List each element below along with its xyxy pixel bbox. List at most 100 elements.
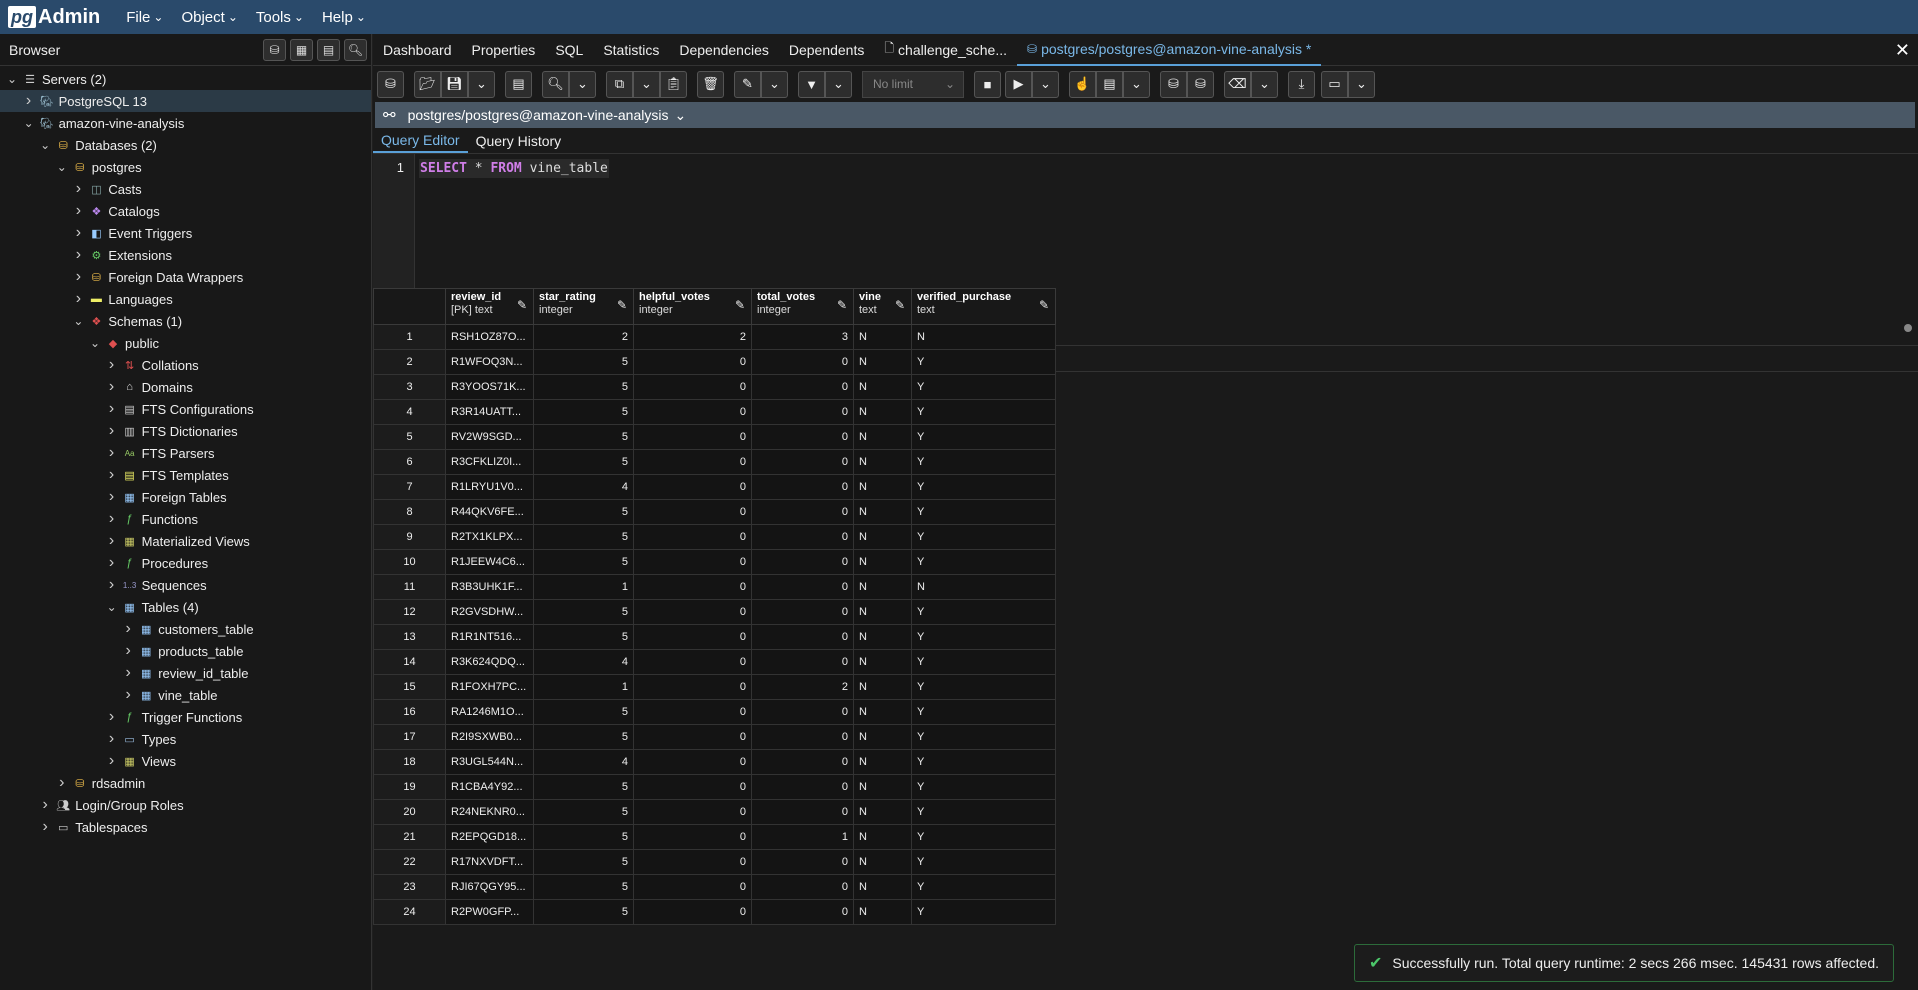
- table-cell[interactable]: 0: [751, 749, 854, 775]
- table-cell[interactable]: 0: [751, 399, 854, 425]
- table-cell[interactable]: 0: [751, 424, 854, 450]
- table-cell[interactable]: RSH1OZ87O...: [445, 324, 534, 350]
- query-tool-icon[interactable]: ⛁: [263, 39, 286, 61]
- connection-bar[interactable]: ⚯ postgres/postgres@amazon-vine-analysis…: [375, 102, 1915, 128]
- table-cell[interactable]: Y: [911, 874, 1056, 900]
- table-cell[interactable]: Y: [911, 374, 1056, 400]
- table-cell[interactable]: 0: [751, 599, 854, 625]
- table-row[interactable]: 3 R3YOOS71K... 5 0 0 N Y: [373, 374, 1056, 400]
- table-cell[interactable]: N: [853, 349, 912, 375]
- edit-pencil-icon[interactable]: ✎: [517, 298, 527, 312]
- tree-node[interactable]: › ƒ Functions: [0, 508, 371, 530]
- tree-node[interactable]: › ▦ customers_table: [0, 618, 371, 640]
- table-row[interactable]: 20 R24NEKNR0... 5 0 0 N Y: [373, 799, 1056, 825]
- table-cell[interactable]: 5: [533, 424, 634, 450]
- table-cell[interactable]: 0: [751, 724, 854, 750]
- table-cell[interactable]: 0: [633, 549, 752, 575]
- editor-tab-0[interactable]: Query Editor: [373, 128, 468, 153]
- column-header[interactable]: vine text ✎: [853, 288, 912, 325]
- table-cell[interactable]: Y: [911, 799, 1056, 825]
- table-cell[interactable]: Y: [911, 549, 1056, 575]
- table-row[interactable]: 22 R17NXVDFT... 5 0 0 N Y: [373, 849, 1056, 875]
- table-row[interactable]: 10 R1JEEW4C6... 5 0 0 N Y: [373, 549, 1056, 575]
- table-cell[interactable]: N: [853, 499, 912, 525]
- table-cell[interactable]: 0: [751, 574, 854, 600]
- table-cell[interactable]: 0: [633, 824, 752, 850]
- table-cell[interactable]: 4: [533, 649, 634, 675]
- table-cell[interactable]: RA1246M1O...: [445, 699, 534, 725]
- table-cell[interactable]: R3UGL544N...: [445, 749, 534, 775]
- database-icon[interactable]: ⛁: [377, 70, 404, 98]
- table-row[interactable]: 8 R44QKV6FE... 5 0 0 N Y: [373, 499, 1056, 525]
- chevron-right-icon[interactable]: ›: [105, 752, 119, 770]
- table-cell[interactable]: R17NXVDFT...: [445, 849, 534, 875]
- table-row[interactable]: 4 R3R14UATT... 5 0 0 N Y: [373, 399, 1056, 425]
- table-cell[interactable]: 0: [751, 374, 854, 400]
- table-cell[interactable]: 2: [633, 324, 752, 350]
- paste-icon[interactable]: 📋︎: [660, 70, 687, 98]
- table-cell[interactable]: Y: [911, 824, 1056, 850]
- table-cell[interactable]: Y: [911, 624, 1056, 650]
- table-cell[interactable]: R2I9SXWB0...: [445, 724, 534, 750]
- chevron-right-icon[interactable]: ›: [105, 378, 119, 396]
- table-cell[interactable]: R1WFOQ3N...: [445, 349, 534, 375]
- chevron-right-icon[interactable]: ›: [105, 422, 119, 440]
- tab-4[interactable]: Dependencies: [669, 34, 779, 66]
- edit-icon[interactable]: ✎: [734, 70, 761, 98]
- menu-help[interactable]: Help ⌄: [322, 9, 366, 26]
- tree-node[interactable]: ⌄ ⛁ Databases (2): [0, 134, 371, 156]
- tab-2[interactable]: SQL: [545, 34, 593, 66]
- table-row[interactable]: 18 R3UGL544N... 4 0 0 N Y: [373, 749, 1056, 775]
- chevron-right-icon[interactable]: ›: [105, 554, 119, 572]
- explain-icon[interactable]: ☝: [1069, 70, 1096, 98]
- table-cell[interactable]: 0: [751, 449, 854, 475]
- chevron-right-icon[interactable]: ›: [38, 796, 52, 814]
- table-cell[interactable]: N: [853, 524, 912, 550]
- table-cell[interactable]: 5: [533, 724, 634, 750]
- table-cell[interactable]: 0: [751, 349, 854, 375]
- table-cell[interactable]: R3B3UHK1F...: [445, 574, 534, 600]
- edit-pencil-icon[interactable]: ✎: [617, 298, 627, 312]
- chevron-right-icon[interactable]: ›: [71, 224, 85, 242]
- table-cell[interactable]: N: [853, 699, 912, 725]
- tree-node[interactable]: › ƒ Trigger Functions: [0, 706, 371, 728]
- table-cell[interactable]: 1: [751, 824, 854, 850]
- table-cell[interactable]: N: [853, 599, 912, 625]
- table-cell[interactable]: 5: [533, 699, 634, 725]
- table-cell[interactable]: Y: [911, 774, 1056, 800]
- table-cell[interactable]: RJI67QGY95...: [445, 874, 534, 900]
- edit-pencil-icon[interactable]: ✎: [735, 298, 745, 312]
- table-cell[interactable]: 0: [751, 549, 854, 575]
- table-cell[interactable]: 0: [633, 424, 752, 450]
- table-cell[interactable]: 0: [633, 624, 752, 650]
- table-cell[interactable]: Y: [911, 499, 1056, 525]
- table-cell[interactable]: N: [853, 624, 912, 650]
- table-cell[interactable]: 0: [751, 849, 854, 875]
- table-cell[interactable]: R1FOXH7PC...: [445, 674, 534, 700]
- download-icon[interactable]: ⤓: [1288, 70, 1315, 98]
- tree-node[interactable]: › ▦ vine_table: [0, 684, 371, 706]
- table-cell[interactable]: 5: [533, 449, 634, 475]
- execute-dropdown-icon[interactable]: ⌄: [1032, 70, 1059, 98]
- tree-node[interactable]: ⌄ ☰ Servers (2): [0, 68, 371, 90]
- table-cell[interactable]: N: [853, 749, 912, 775]
- table-cell[interactable]: 0: [633, 599, 752, 625]
- table-cell[interactable]: 0: [751, 649, 854, 675]
- table-cell[interactable]: 5: [533, 399, 634, 425]
- table-cell[interactable]: R2GVSDHW...: [445, 599, 534, 625]
- table-cell[interactable]: N: [911, 324, 1056, 350]
- chevron-down-icon[interactable]: ⌄: [5, 72, 19, 86]
- edit-pencil-icon[interactable]: ✎: [1039, 298, 1049, 312]
- tab-5[interactable]: Dependents: [779, 34, 875, 66]
- search-icon[interactable]: 🔍︎: [344, 39, 367, 61]
- table-cell[interactable]: 0: [751, 524, 854, 550]
- table-cell[interactable]: Y: [911, 424, 1056, 450]
- tree-node[interactable]: › ▦ Foreign Tables: [0, 486, 371, 508]
- table-row[interactable]: 2 R1WFOQ3N... 5 0 0 N Y: [373, 349, 1056, 375]
- table-cell[interactable]: N: [853, 774, 912, 800]
- stop-icon[interactable]: ■: [974, 70, 1001, 98]
- table-cell[interactable]: R3CFKLIZ0I...: [445, 449, 534, 475]
- tree-node[interactable]: › ◧ Event Triggers: [0, 222, 371, 244]
- tab-1[interactable]: Properties: [462, 34, 546, 66]
- table-cell[interactable]: Y: [911, 699, 1056, 725]
